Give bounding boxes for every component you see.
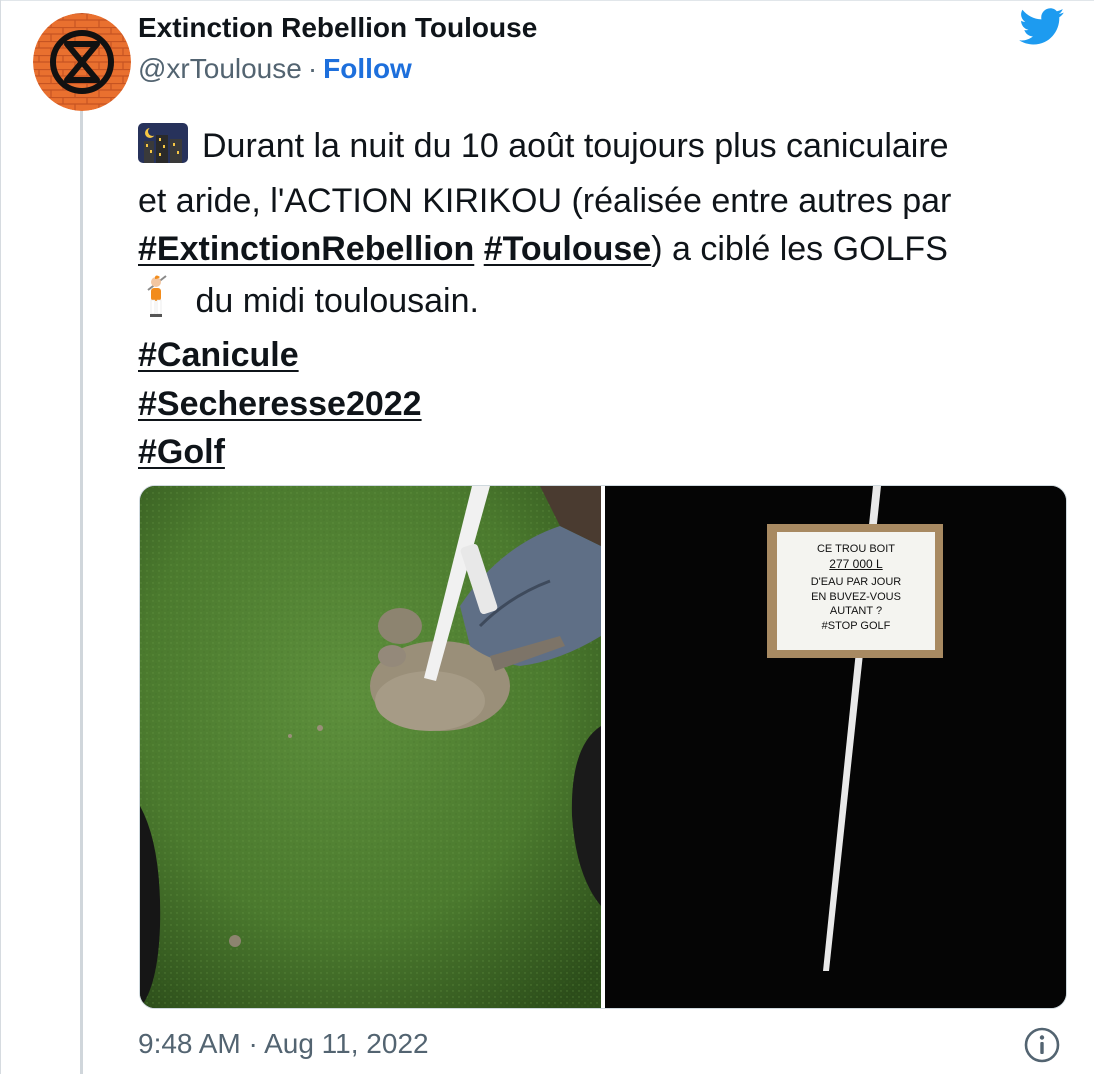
sign-line-5: AUTANT ? <box>829 605 883 617</box>
golfer-icon <box>138 274 178 332</box>
follow-button[interactable]: Follow <box>323 53 412 84</box>
card-left-border <box>0 0 1 1074</box>
photo-protest-sign[interactable]: CE TROU BOIT 277 000 L D'EAU PAR JOUR EN… <box>605 486 1066 1008</box>
sign-line-2: 277 000 L <box>829 556 883 571</box>
protest-sign: CE TROU BOIT 277 000 L D'EAU PAR JOUR EN… <box>777 536 935 648</box>
author-name[interactable]: Extinction Rebellion Toulouse <box>138 12 537 44</box>
tweet-line-1-text: Durant la nuit du 10 août toujours plus … <box>202 127 949 165</box>
twitter-bird-icon[interactable] <box>1018 8 1066 46</box>
tweet-line-4: du midi toulousain. <box>138 274 1078 332</box>
hashtag-toulouse[interactable]: #Toulouse <box>484 230 652 268</box>
thread-line <box>80 100 83 1074</box>
hashtag-line-secheresse: #Secheresse2022 <box>138 380 1078 429</box>
tweet-card: Extinction Rebellion Toulouse @xrToulous… <box>0 0 1094 1074</box>
info-icon[interactable] <box>1023 1026 1061 1064</box>
tweet-timestamp[interactable]: 9:48 AM · Aug 11, 2022 <box>138 1028 429 1060</box>
tweet-line-3-rest: ) a ciblé les GOLFS <box>651 230 948 268</box>
card-top-border <box>0 0 1094 1</box>
media-grid: CE TROU BOIT 277 000 L D'EAU PAR JOUR EN… <box>139 485 1067 1009</box>
sign-line-4: EN BUVEZ-VOUS <box>811 590 901 603</box>
hashtag-line-golf: #Golf <box>138 428 1078 477</box>
tweet-line-1: Durant la nuit du 10 août toujours plus … <box>138 122 1078 177</box>
separator-dot: · <box>307 53 318 84</box>
hashtag-canicule[interactable]: #Canicule <box>138 336 299 374</box>
sign-line-6: #STOP GOLF <box>821 619 891 632</box>
tweet-line-2: et aride, l'ACTION KIRIKOU (réalisée ent… <box>138 181 952 220</box>
hashtag-secheresse2022[interactable]: #Secheresse2022 <box>138 385 422 423</box>
author-handle[interactable]: @xrToulouse <box>138 53 302 84</box>
sign-line-3: D'EAU PAR JOUR <box>810 576 902 588</box>
sign-line-1: CE TROU BOIT <box>816 543 896 555</box>
avatar[interactable] <box>33 13 131 111</box>
night-city-icon <box>138 123 188 177</box>
hashtag-golf[interactable]: #Golf <box>138 433 225 471</box>
tweet-line-3: #ExtinctionRebellion #Toulouse) a ciblé … <box>138 225 1078 274</box>
photo-golf-hole-mud[interactable] <box>140 486 601 1008</box>
author-handle-row: @xrToulouse · Follow <box>138 53 412 85</box>
hashtag-line-canicule: #Canicule <box>138 331 1078 380</box>
extinction-symbol-icon <box>33 13 131 111</box>
hashtag-extinctionrebellion[interactable]: #ExtinctionRebellion <box>138 230 474 268</box>
tweet-line-4-text: du midi toulousain. <box>186 281 479 320</box>
tweet-text: Durant la nuit du 10 août toujours plus … <box>138 122 1078 477</box>
